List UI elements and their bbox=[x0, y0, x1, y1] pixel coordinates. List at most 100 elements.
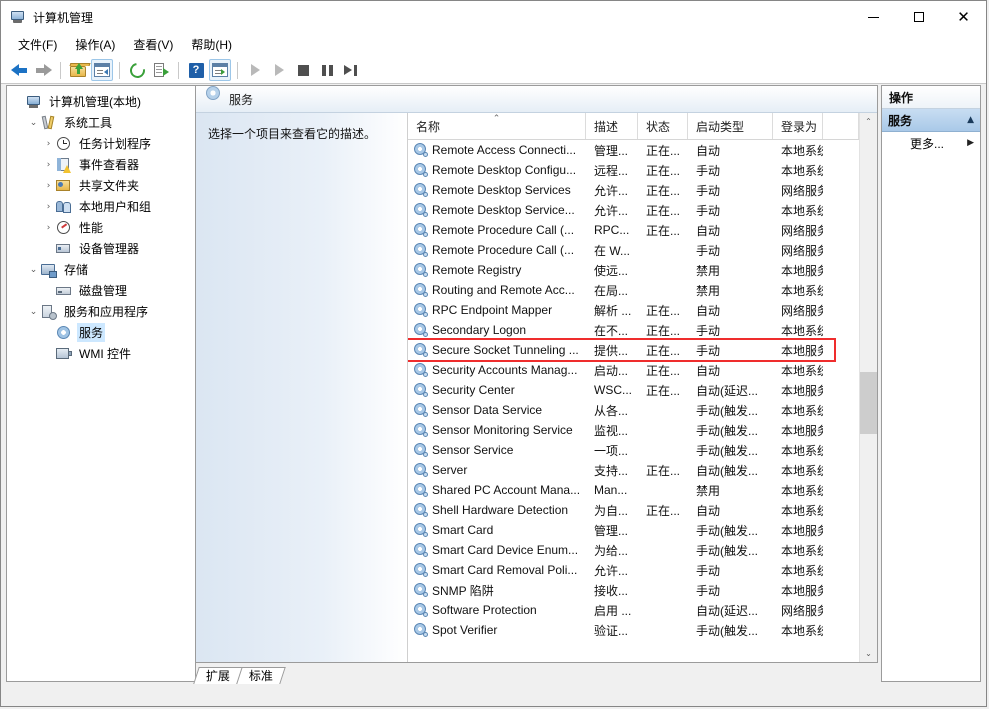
pause-icon bbox=[321, 64, 333, 76]
table-row[interactable]: Software Protection 启用 ... 自动(延迟... 网络服务 bbox=[408, 600, 859, 620]
twisty-collapsed-icon[interactable]: › bbox=[41, 133, 56, 154]
column-header-startup-type[interactable]: 启动类型 bbox=[688, 113, 773, 139]
cell-startup-type: 手动(触发... bbox=[696, 423, 758, 438]
table-row[interactable]: Remote Registry 使远... 禁用 本地服务 bbox=[408, 260, 859, 280]
twisty-expanded-icon[interactable]: ⌄ bbox=[26, 112, 41, 133]
tree-item-3[interactable]: › 事件查看器 bbox=[11, 154, 195, 175]
resume-service-button[interactable] bbox=[268, 59, 290, 81]
cell-status: 正在... bbox=[646, 503, 681, 518]
stop-service-button[interactable] bbox=[292, 59, 314, 81]
action-more-actions[interactable]: 更多... ▶ bbox=[882, 132, 980, 154]
cell-name: Routing and Remote Acc... bbox=[408, 283, 586, 297]
table-row[interactable]: Secure Socket Tunneling ... 提供... 正在... 手动 本… bbox=[408, 340, 859, 360]
restart-service-button[interactable] bbox=[340, 59, 362, 81]
cell-name-label: Shell Hardware Detection bbox=[432, 503, 569, 517]
up-one-level-button[interactable] bbox=[67, 59, 91, 81]
help-button[interactable]: ? bbox=[185, 59, 207, 81]
twisty-collapsed-icon[interactable]: › bbox=[41, 196, 56, 217]
table-row[interactable]: Remote Procedure Call (... 在 W... 手动 网络服务 bbox=[408, 240, 859, 260]
twisty-collapsed-icon[interactable]: › bbox=[41, 154, 56, 175]
tree-item-9[interactable]: 磁盘管理 bbox=[11, 280, 195, 301]
table-row[interactable]: Shell Hardware Detection 为自... 正在... 自动 本地系统 bbox=[408, 500, 859, 520]
tree-item-1[interactable]: ⌄ 系统工具 bbox=[11, 112, 195, 133]
service-gear-icon bbox=[414, 563, 428, 577]
table-row[interactable]: Sensor Data Service 从各... 手动(触发... 本地系统 bbox=[408, 400, 859, 420]
table-row[interactable]: Routing and Remote Acc... 在局... 禁用 本地系统 bbox=[408, 280, 859, 300]
tree-item-8[interactable]: ⌄ 存储 bbox=[11, 259, 195, 280]
tree-item-2[interactable]: › 任务计划程序 bbox=[11, 133, 195, 154]
tree-item-0[interactable]: 计算机管理(本地) bbox=[11, 91, 195, 112]
back-button[interactable] bbox=[8, 59, 30, 81]
tab-standard[interactable]: 标准 bbox=[236, 667, 286, 684]
minimize-button[interactable] bbox=[851, 1, 896, 33]
menu-action[interactable]: 操作(A) bbox=[66, 33, 124, 56]
stop-icon bbox=[297, 64, 309, 76]
table-row[interactable]: Sensor Service 一项... 手动(触发... 本地系统 bbox=[408, 440, 859, 460]
table-row[interactable]: Smart Card 管理... 手动(触发... 本地服务 bbox=[408, 520, 859, 540]
task-scheduler-icon bbox=[56, 136, 72, 152]
table-row[interactable]: Smart Card Device Enum... 为给... 手动(触发... 本地… bbox=[408, 540, 859, 560]
table-row[interactable]: SNMP 陷阱 接收... 手动 本地服务 bbox=[408, 580, 859, 600]
actions-group-services[interactable]: 服务 ▲ bbox=[882, 109, 980, 132]
tab-extended[interactable]: 扩展 bbox=[193, 667, 243, 684]
export-list-button[interactable] bbox=[150, 59, 172, 81]
performance-icon bbox=[56, 220, 72, 236]
close-button[interactable]: ✕ bbox=[941, 1, 986, 33]
scrollbar-track[interactable] bbox=[860, 130, 877, 645]
toolbar-separator-4 bbox=[237, 61, 238, 79]
table-row[interactable]: Remote Access Connecti... 管理... 正在... 自动 本地系… bbox=[408, 140, 859, 160]
table-row[interactable]: Security Accounts Manag... 启动... 正在... 自动 本地… bbox=[408, 360, 859, 380]
twisty-collapsed-icon[interactable]: › bbox=[41, 217, 56, 238]
column-header-description[interactable]: 描述 bbox=[586, 113, 638, 139]
table-row[interactable]: Remote Desktop Services 允许... 正在... 手动 网络服务 bbox=[408, 180, 859, 200]
tree-item-5[interactable]: › 本地用户和组 bbox=[11, 196, 195, 217]
table-row[interactable]: Shared PC Account Mana... Man... 禁用 本地系统 bbox=[408, 480, 859, 500]
cell-name: Security Accounts Manag... bbox=[408, 363, 586, 377]
table-row[interactable]: Remote Procedure Call (... RPC... 正在... 自动 网… bbox=[408, 220, 859, 240]
tree-item-10[interactable]: ⌄ 服务和应用程序 bbox=[11, 301, 195, 322]
actions-pane-title: 操作 bbox=[882, 86, 980, 109]
cell-name-label: Remote Registry bbox=[432, 263, 522, 277]
menu-help[interactable]: 帮助(H) bbox=[182, 33, 241, 56]
tree-item-7[interactable]: 设备管理器 bbox=[11, 238, 195, 259]
scroll-down-button[interactable]: ⌄ bbox=[860, 645, 877, 662]
menu-view[interactable]: 查看(V) bbox=[124, 33, 182, 56]
tree-item-12[interactable]: WMI 控件 bbox=[11, 343, 195, 364]
table-row[interactable]: Spot Verifier 验证... 手动(触发... 本地系统 bbox=[408, 620, 859, 640]
scroll-up-button[interactable]: ⌃ bbox=[860, 113, 877, 130]
tree-item-6[interactable]: › 性能 bbox=[11, 217, 195, 238]
folder-up-icon bbox=[69, 63, 91, 77]
twisty-collapsed-icon[interactable]: › bbox=[41, 175, 56, 196]
results-pane-title: 服务 bbox=[229, 92, 254, 107]
actions-pane-filler bbox=[882, 154, 980, 681]
tree-item-4[interactable]: › 共享文件夹 bbox=[11, 175, 195, 196]
chevron-right-icon: ▶ bbox=[967, 138, 974, 148]
column-header-log-on-as[interactable]: 登录为 bbox=[773, 113, 823, 139]
table-row[interactable]: Secondary Logon 在不... 正在... 手动 本地系统 bbox=[408, 320, 859, 340]
table-row[interactable]: Remote Desktop Service... 允许... 正在... 手动 本地系… bbox=[408, 200, 859, 220]
show-hide-console-tree-button[interactable] bbox=[91, 59, 113, 81]
table-row[interactable]: Sensor Monitoring Service 监视... 手动(触发... 本地… bbox=[408, 420, 859, 440]
twisty-expanded-icon[interactable]: ⌄ bbox=[26, 259, 41, 280]
forward-button[interactable] bbox=[32, 59, 54, 81]
table-row[interactable]: RPC Endpoint Mapper 解析 ... 正在... 自动 网络服务 bbox=[408, 300, 859, 320]
start-service-button[interactable] bbox=[244, 59, 266, 81]
table-row[interactable]: Server 支持... 正在... 自动(触发... 本地系统 bbox=[408, 460, 859, 480]
column-header-name[interactable]: ⌃ 名称 bbox=[408, 113, 586, 139]
services-list-scrollbar[interactable]: ⌃ ⌄ bbox=[859, 113, 877, 662]
tree-item-label: 磁盘管理 bbox=[79, 284, 128, 298]
table-row[interactable]: Smart Card Removal Poli... 允许... 手动 本地系统 bbox=[408, 560, 859, 580]
pause-service-button[interactable] bbox=[316, 59, 338, 81]
table-row[interactable]: Security Center WSC... 正在... 自动(延迟... 本地服务 bbox=[408, 380, 859, 400]
show-hide-action-pane-button[interactable] bbox=[209, 59, 231, 81]
twisty-placeholder bbox=[41, 343, 56, 364]
column-header-status[interactable]: 状态 bbox=[638, 113, 688, 139]
menu-file[interactable]: 文件(F) bbox=[9, 33, 66, 56]
scrollbar-thumb[interactable] bbox=[860, 372, 877, 434]
table-row[interactable]: Remote Desktop Configu... 远程... 正在... 手动 本地系… bbox=[408, 160, 859, 180]
twisty-expanded-icon[interactable]: ⌄ bbox=[26, 301, 41, 322]
cell-startup-type: 自动(触发... bbox=[696, 463, 758, 478]
refresh-button[interactable] bbox=[126, 59, 148, 81]
maximize-button[interactable] bbox=[896, 1, 941, 33]
tree-item-11[interactable]: 服务 bbox=[11, 322, 195, 343]
